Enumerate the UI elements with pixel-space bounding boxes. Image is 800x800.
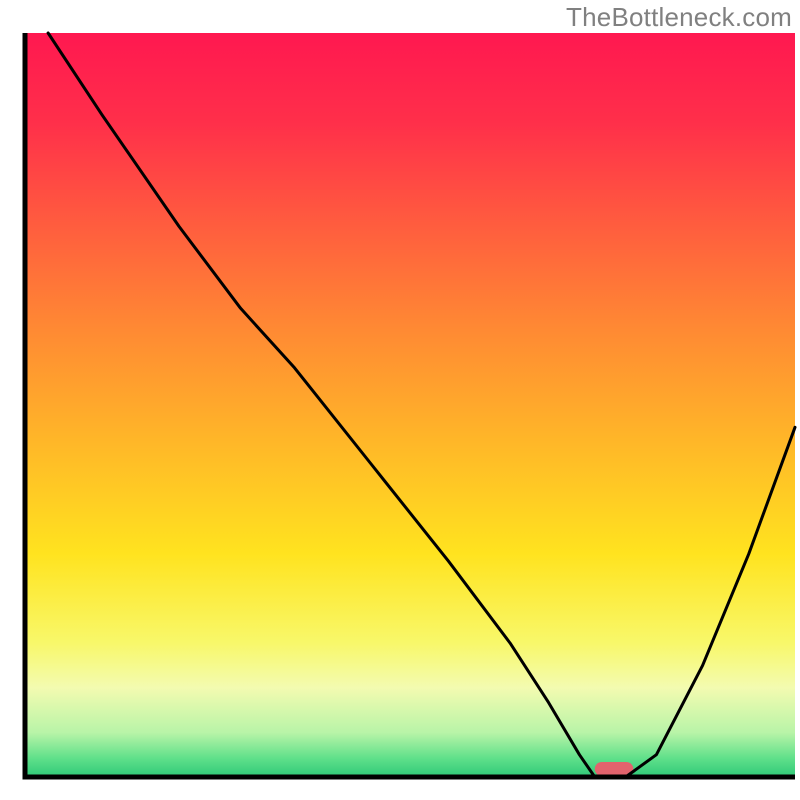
- chart-background: [25, 33, 795, 777]
- chart-container: TheBottleneck.com: [0, 0, 800, 800]
- bottleneck-chart: [0, 0, 800, 800]
